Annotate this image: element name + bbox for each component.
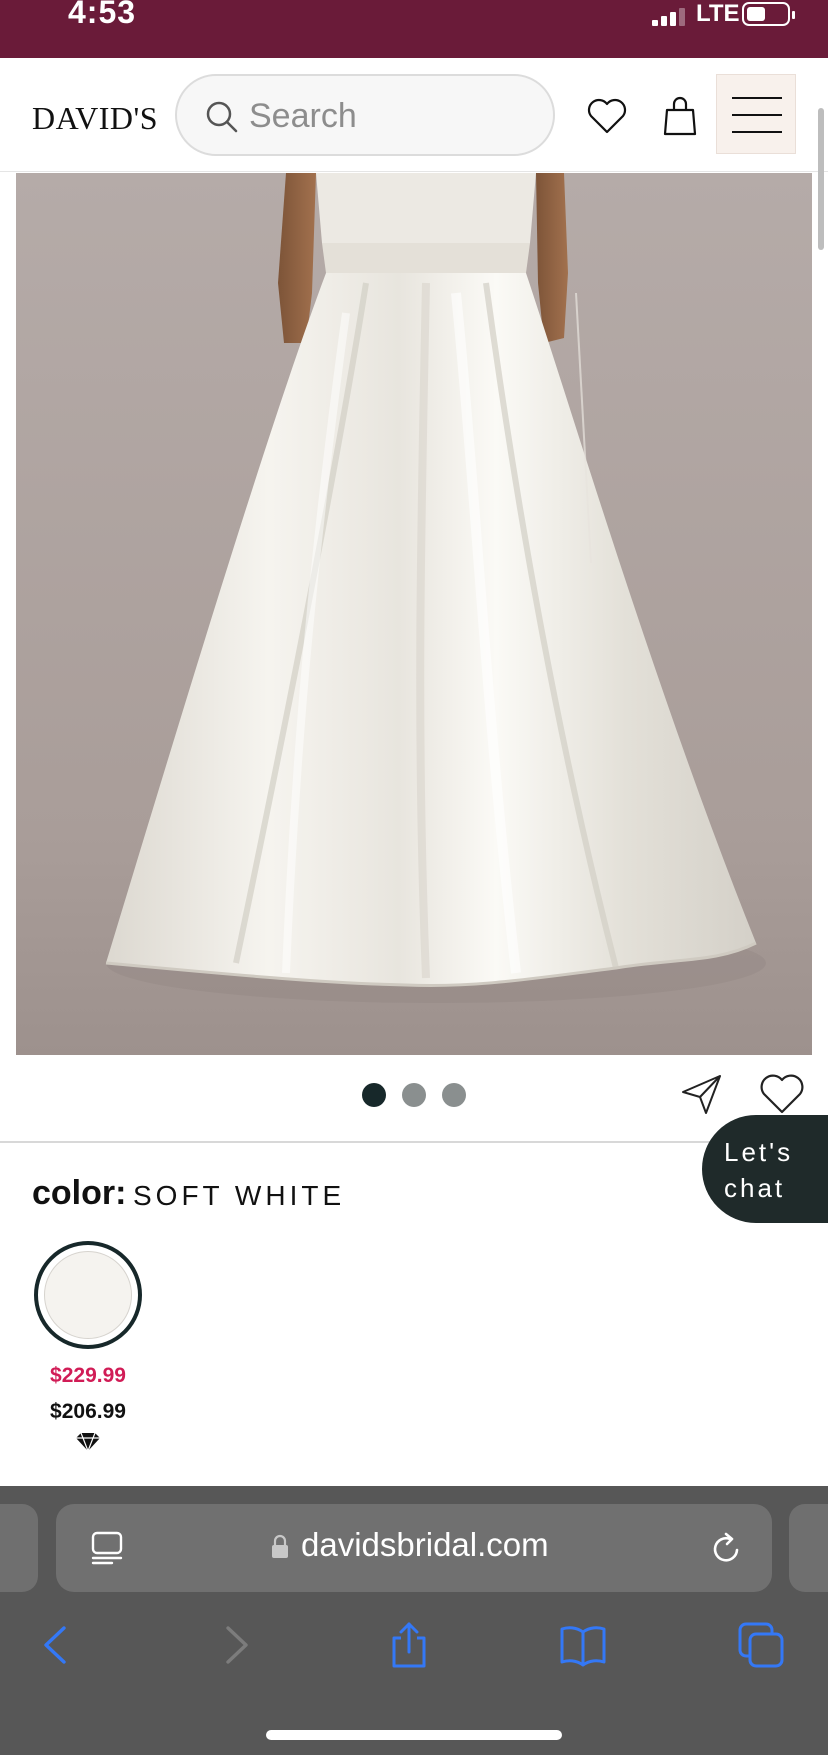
carousel-dot-1[interactable] bbox=[362, 1083, 386, 1107]
wishlist-heart-icon[interactable] bbox=[758, 1070, 806, 1116]
color-value: SOFT WHITE bbox=[133, 1180, 346, 1211]
forward-icon[interactable] bbox=[210, 1620, 260, 1670]
previous-tab-peek[interactable] bbox=[0, 1504, 38, 1592]
color-swatch-soft-white[interactable] bbox=[34, 1241, 142, 1349]
search-icon bbox=[206, 101, 238, 133]
original-price: $229.99 bbox=[50, 1364, 126, 1387]
section-divider bbox=[0, 1141, 828, 1143]
home-indicator bbox=[266, 1730, 562, 1740]
lock-icon bbox=[272, 1534, 288, 1558]
chat-button[interactable]: Let's chat bbox=[702, 1115, 828, 1223]
color-label: color: bbox=[32, 1174, 127, 1212]
share-icon[interactable] bbox=[680, 1072, 724, 1116]
bookmarks-icon[interactable] bbox=[558, 1620, 608, 1670]
network-label: LTE bbox=[696, 0, 740, 27]
signal-icon bbox=[652, 6, 686, 26]
diamond-icon bbox=[76, 1432, 100, 1452]
bag-icon[interactable] bbox=[658, 94, 702, 138]
browser-toolbar: davidsbridal.com bbox=[0, 1486, 828, 1755]
tabs-icon[interactable] bbox=[736, 1620, 786, 1670]
search-box[interactable] bbox=[175, 74, 555, 156]
url-text[interactable]: davidsbridal.com bbox=[301, 1526, 549, 1564]
wedding-gown-image bbox=[16, 173, 812, 1055]
battery-icon bbox=[742, 2, 795, 26]
product-image[interactable] bbox=[16, 173, 812, 1055]
back-icon[interactable] bbox=[32, 1620, 82, 1670]
chat-label-line2: chat bbox=[724, 1173, 786, 1203]
hamburger-menu-button[interactable] bbox=[716, 74, 796, 154]
heart-icon[interactable] bbox=[585, 94, 629, 138]
share-sheet-icon[interactable] bbox=[384, 1620, 434, 1670]
reader-icon[interactable] bbox=[90, 1530, 124, 1566]
site-header: DAVID'S bbox=[0, 58, 828, 172]
carousel-dot-3[interactable] bbox=[442, 1083, 466, 1107]
sale-price: $206.99 bbox=[50, 1400, 126, 1423]
status-time: 4:53 bbox=[68, 0, 137, 30]
reload-icon[interactable] bbox=[710, 1530, 744, 1566]
next-tab-peek[interactable] bbox=[789, 1504, 828, 1592]
scrollbar[interactable] bbox=[818, 108, 824, 250]
address-bar[interactable]: davidsbridal.com bbox=[56, 1504, 772, 1592]
chat-label-line1: Let's bbox=[724, 1137, 794, 1167]
search-input[interactable] bbox=[249, 94, 539, 138]
carousel-dot-2[interactable] bbox=[402, 1083, 426, 1107]
davids-logo[interactable]: DAVID'S bbox=[32, 100, 158, 137]
status-bar: 4:53 LTE bbox=[0, 0, 828, 58]
